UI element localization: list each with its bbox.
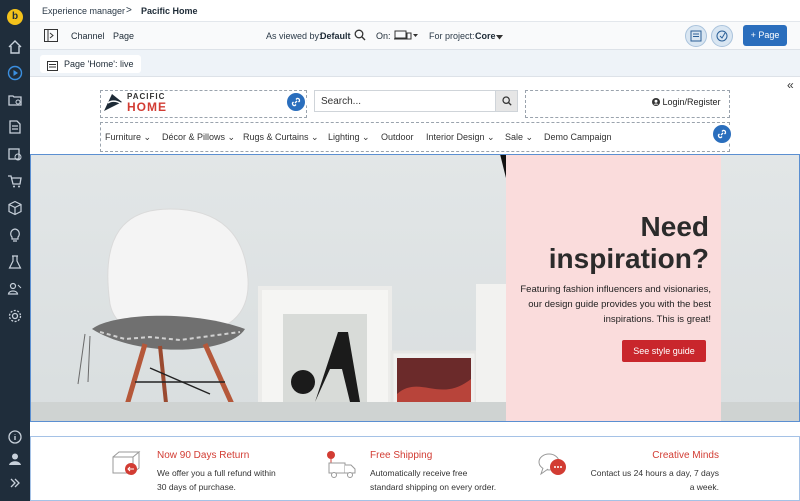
home-icon[interactable] bbox=[7, 39, 23, 55]
nav-item-label: Lighting bbox=[328, 132, 360, 142]
folder-settings-icon[interactable] bbox=[7, 92, 23, 108]
see-style-guide-button[interactable]: See style guide bbox=[622, 340, 706, 362]
page-icon bbox=[47, 59, 58, 71]
breadcrumb-separator: > bbox=[126, 5, 132, 16]
nav-item-label: Furniture bbox=[105, 132, 142, 142]
document-icon[interactable] bbox=[7, 119, 23, 135]
hero-headline-line1: Need bbox=[640, 211, 709, 242]
viewed-by-value[interactable]: Default bbox=[320, 31, 351, 41]
user-icon[interactable] bbox=[7, 451, 23, 467]
help-icon[interactable] bbox=[7, 429, 23, 445]
device-selector[interactable] bbox=[394, 29, 418, 41]
logo-line2: HOME bbox=[127, 100, 167, 114]
nav-item-label: Demo Campaign bbox=[544, 132, 612, 142]
sidebar-toggle-icon[interactable] bbox=[44, 29, 58, 42]
publish-status-button[interactable] bbox=[711, 25, 733, 47]
promo-panel: Need inspiration? Featuring fashion influ… bbox=[506, 154, 721, 422]
box-icon[interactable] bbox=[7, 200, 23, 216]
page-preview-canvas: « PACIFIC HOME Search... Login/Register … bbox=[30, 77, 800, 501]
nav-item-outdoor[interactable]: Outdoor bbox=[381, 132, 414, 142]
nav-item-sale[interactable]: Sale ⌄ bbox=[505, 132, 533, 143]
feature-returns: Now 90 Days Return We offer you a full r… bbox=[157, 450, 276, 494]
cart-icon[interactable] bbox=[7, 173, 23, 189]
feature-line2: standard shipping on every order. bbox=[370, 482, 497, 492]
lightbulb-icon[interactable] bbox=[7, 227, 23, 243]
page-status-text: Page 'Home': live bbox=[64, 59, 134, 69]
project-label: For project: bbox=[429, 31, 475, 41]
edit-menu-link-button[interactable] bbox=[711, 123, 733, 145]
feature-shipping: Free Shipping Automatically receive free… bbox=[370, 450, 496, 494]
features-strip[interactable]: Now 90 Days Return We offer you a full r… bbox=[30, 436, 800, 501]
link-icon bbox=[291, 97, 301, 107]
feature-title: Free Shipping bbox=[370, 450, 433, 461]
magnifier-icon bbox=[502, 96, 512, 106]
play-icon[interactable] bbox=[7, 65, 23, 81]
left-nav-rail: b bbox=[0, 0, 30, 501]
flask-icon[interactable] bbox=[7, 254, 23, 270]
hero-headline: Need inspiration? bbox=[509, 211, 709, 275]
site-search-input[interactable]: Search... bbox=[314, 90, 518, 112]
nav-item-interior-design[interactable]: Interior Design ⌄ bbox=[426, 132, 495, 143]
nav-item-label: Outdoor bbox=[381, 132, 414, 142]
site-search-button[interactable] bbox=[495, 91, 517, 111]
expand-icon[interactable] bbox=[7, 475, 23, 491]
project-value[interactable]: Core bbox=[475, 31, 496, 41]
users-icon[interactable] bbox=[7, 281, 23, 297]
feature-title: Creative Minds bbox=[652, 450, 719, 461]
page-tab[interactable]: Page bbox=[113, 31, 134, 41]
chevron-down-icon[interactable] bbox=[496, 32, 503, 40]
nav-item-rugs-curtains[interactable]: Rugs & Curtains ⌄ bbox=[243, 132, 319, 143]
feature-line1: We offer you a full refund within bbox=[157, 468, 276, 478]
chat-icon bbox=[538, 453, 566, 476]
feature-line1: Contact us 24 hours a day, 7 days bbox=[590, 468, 719, 478]
breadcrumb-experience-manager[interactable]: Experience manager bbox=[42, 6, 125, 16]
login-register-text: Login/Register bbox=[662, 97, 721, 107]
editor-toolbar: Channel Page As viewed by: Default On: F… bbox=[30, 22, 800, 50]
login-register-link[interactable]: Login/Register bbox=[652, 97, 721, 107]
feature-creative-minds: Creative Minds Contact us 24 hours a day… bbox=[584, 450, 719, 494]
app-logo[interactable]: b bbox=[7, 9, 23, 25]
edit-link-button[interactable] bbox=[285, 91, 307, 113]
nav-item-label: Rugs & Curtains bbox=[243, 132, 309, 142]
return-box-icon bbox=[112, 451, 141, 475]
logo-mark-icon bbox=[104, 94, 123, 111]
image-icon[interactable] bbox=[7, 146, 23, 162]
add-page-button[interactable]: + Page bbox=[743, 25, 787, 46]
collapse-panel-icon[interactable]: « bbox=[787, 78, 794, 92]
site-logo[interactable]: PACIFIC HOME bbox=[101, 91, 281, 116]
search-icon[interactable] bbox=[354, 29, 366, 41]
page-status-chip[interactable]: Page 'Home': live bbox=[40, 55, 142, 73]
nav-item-label: Sale bbox=[505, 132, 524, 142]
page-status-bar: Page 'Home': live bbox=[30, 50, 800, 77]
search-placeholder: Search... bbox=[321, 96, 362, 107]
link-icon bbox=[717, 129, 727, 139]
feature-line2: 30 days of purchase. bbox=[157, 482, 236, 492]
account-icon bbox=[652, 98, 660, 106]
breadcrumb: Experience manager > Pacific Home bbox=[30, 0, 800, 22]
hero-body-text: Featuring fashion influencers and vision… bbox=[520, 284, 711, 325]
nav-item-lighting[interactable]: Lighting ⌄ bbox=[328, 132, 370, 143]
breadcrumb-current-page: Pacific Home bbox=[141, 6, 198, 16]
nav-item-decor-pillows[interactable]: Décor & Pillows ⌄ bbox=[162, 132, 235, 143]
nav-item-furniture[interactable]: Furniture ⌄ bbox=[105, 132, 151, 143]
page-settings-button[interactable] bbox=[685, 25, 707, 47]
feature-title: Now 90 Days Return bbox=[157, 450, 250, 461]
feature-line2: a week. bbox=[689, 482, 719, 492]
hero-headline-line2: inspiration? bbox=[548, 243, 709, 274]
truck-icon bbox=[327, 451, 356, 478]
viewed-by-label: As viewed by: bbox=[266, 31, 322, 41]
feature-line1: Automatically receive free bbox=[370, 468, 468, 478]
nav-item-label: Interior Design bbox=[426, 132, 485, 142]
channel-tab[interactable]: Channel bbox=[71, 31, 105, 41]
gear-icon[interactable] bbox=[7, 308, 23, 324]
device-label: On: bbox=[376, 31, 391, 41]
nav-item-demo-campaign[interactable]: Demo Campaign bbox=[544, 132, 612, 142]
nav-item-label: Décor & Pillows bbox=[162, 132, 226, 142]
